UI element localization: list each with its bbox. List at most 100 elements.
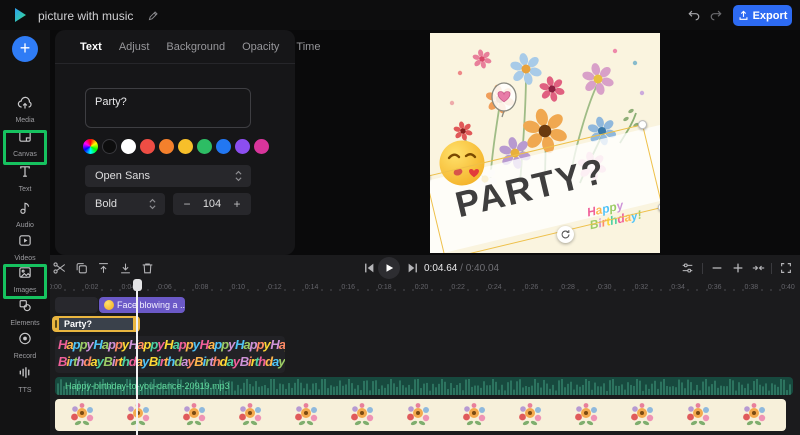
image-clip[interactable] (55, 399, 786, 431)
next-frame-icon[interactable] (406, 261, 420, 275)
tab-adjust[interactable]: Adjust (119, 41, 150, 53)
color-swatch[interactable] (102, 139, 117, 154)
chevron-updown-icon (235, 170, 242, 182)
copy-icon[interactable] (74, 261, 89, 275)
split-scissors-icon[interactable] (52, 261, 67, 275)
ruler-tick (760, 289, 763, 291)
color-swatch[interactable] (216, 139, 231, 154)
ruler-tick (513, 289, 516, 291)
sidebar-item-elements[interactable]: Elements (0, 298, 50, 327)
rename-pencil-icon[interactable] (147, 9, 160, 22)
export-label: Export (752, 9, 788, 22)
annotation-box-text (3, 130, 47, 165)
happy-birthday-text-clip[interactable]: Happy Happy Happy Happy Happy Happy Happ… (55, 336, 285, 373)
color-swatch[interactable] (235, 139, 250, 154)
emoji-clip-label: Face blowing a ... (117, 300, 185, 310)
trim-handle-left[interactable] (55, 320, 57, 328)
bouquet-thumbnail (295, 403, 318, 426)
ruler-tick (329, 289, 332, 291)
sidebar-label: Media (15, 117, 35, 124)
audio-clip[interactable]: Happy-birthday-to-you-dance-20919.mp3 (55, 377, 793, 395)
bouquet-thumbnail (463, 403, 486, 426)
color-swatch[interactable] (159, 139, 174, 154)
tab-opacity[interactable]: Opacity (242, 41, 279, 53)
timeline-ruler[interactable]: 0:00 0:02 0:04 0:06 0:08 0:10 0:12 0:14 0:16 0:18… (0, 281, 800, 296)
playhead-handle[interactable] (132, 279, 142, 291)
ruler-label: 0:40 (781, 284, 795, 291)
font-family-value: Open Sans (95, 170, 151, 182)
zoom-out-icon[interactable] (710, 261, 724, 275)
ruler-tick (430, 289, 433, 291)
bring-forward-icon[interactable] (96, 261, 111, 275)
color-wheel-swatch[interactable] (83, 139, 98, 154)
delete-trash-icon[interactable] (140, 261, 155, 275)
color-swatch[interactable] (140, 139, 155, 154)
ruler-tick (476, 289, 479, 291)
panel-tabs: Text Adjust Background Opacity Time (55, 30, 320, 64)
color-swatches (83, 139, 269, 154)
text-content-input[interactable]: Party? (85, 88, 251, 128)
text-icon (20, 166, 30, 177)
font-family-select[interactable]: Open Sans (85, 165, 251, 187)
timeline-settings-icon[interactable] (680, 261, 695, 275)
happy-clip-preview-line2: Birthday Birthday Birthday Birthday Birt… (58, 354, 285, 369)
emoji-sticker-clip[interactable]: Face blowing a ... (99, 297, 185, 313)
happy-clip-preview-line1: Happy Happy Happy Happy Happy Happy Happ… (58, 337, 285, 352)
record-icon (19, 332, 31, 345)
app-window: picture with music Export + Media Canvas… (0, 0, 800, 435)
color-swatch[interactable] (121, 139, 136, 154)
sidebar-item-media[interactable]: Media (0, 96, 50, 124)
video-play-icon (19, 235, 31, 246)
time-display: 0:04.64 / 0:40.04 (424, 263, 499, 274)
zoom-in-icon[interactable] (731, 261, 745, 275)
tab-text[interactable]: Text (80, 41, 102, 53)
ruler-tick (503, 289, 506, 291)
tab-background[interactable]: Background (166, 41, 225, 53)
elements-shapes-icon (19, 300, 31, 312)
sidebar-label: Record (13, 353, 37, 360)
add-media-button[interactable]: + (12, 36, 38, 62)
undo-icon[interactable] (686, 8, 701, 22)
sidebar-item-text[interactable]: Text (0, 164, 50, 193)
playhead[interactable] (132, 279, 142, 435)
font-size-stepper: − 104 + (173, 193, 251, 215)
ruler-tick (293, 289, 296, 291)
annotation-box-elements (3, 264, 47, 299)
color-swatch[interactable] (197, 139, 212, 154)
ruler-tick (696, 289, 699, 291)
export-button[interactable]: Export (733, 5, 792, 26)
timeline-toolbar: 0:04.64 / 0:40.04 (0, 255, 800, 281)
color-swatch[interactable] (254, 139, 269, 154)
fit-timeline-icon[interactable] (751, 261, 766, 275)
sidebar-label: Text (18, 186, 32, 193)
ruler-tick (586, 289, 589, 291)
previous-frame-icon[interactable] (362, 261, 376, 275)
empty-clip-segment[interactable] (55, 297, 98, 313)
ruler-tick (613, 289, 616, 291)
color-swatch[interactable] (178, 139, 193, 154)
party-text-clip-selected[interactable]: Party? (52, 316, 140, 332)
preview-canvas: PARTY? Happy Birthday! (430, 33, 660, 253)
font-style-select[interactable]: Bold (85, 193, 165, 215)
sidebar-item-videos[interactable]: Videos (0, 233, 50, 262)
tab-time[interactable]: Time (296, 41, 320, 53)
font-size-increase-button[interactable]: + (231, 197, 243, 211)
font-size-decrease-button[interactable]: − (181, 197, 193, 211)
play-button[interactable] (378, 257, 400, 279)
redo-icon[interactable] (709, 8, 724, 22)
bouquet-thumbnail (183, 403, 206, 426)
fullscreen-icon[interactable] (779, 261, 793, 275)
send-backward-icon[interactable] (118, 261, 133, 275)
party-clip-label: Party? (64, 319, 93, 329)
rotate-handle[interactable] (557, 226, 574, 243)
project-title[interactable]: picture with music (38, 9, 133, 23)
bouquet-thumbnail (127, 403, 150, 426)
play-icon (386, 264, 394, 272)
ruler-tick (733, 289, 736, 291)
ruler-tick (366, 289, 369, 291)
ruler-tick (210, 289, 213, 291)
export-upload-icon (739, 10, 748, 20)
sidebar-item-audio[interactable]: Audio (0, 200, 50, 229)
sidebar-item-tts[interactable]: TTS (0, 365, 50, 394)
sidebar-item-record[interactable]: Record (0, 331, 50, 360)
